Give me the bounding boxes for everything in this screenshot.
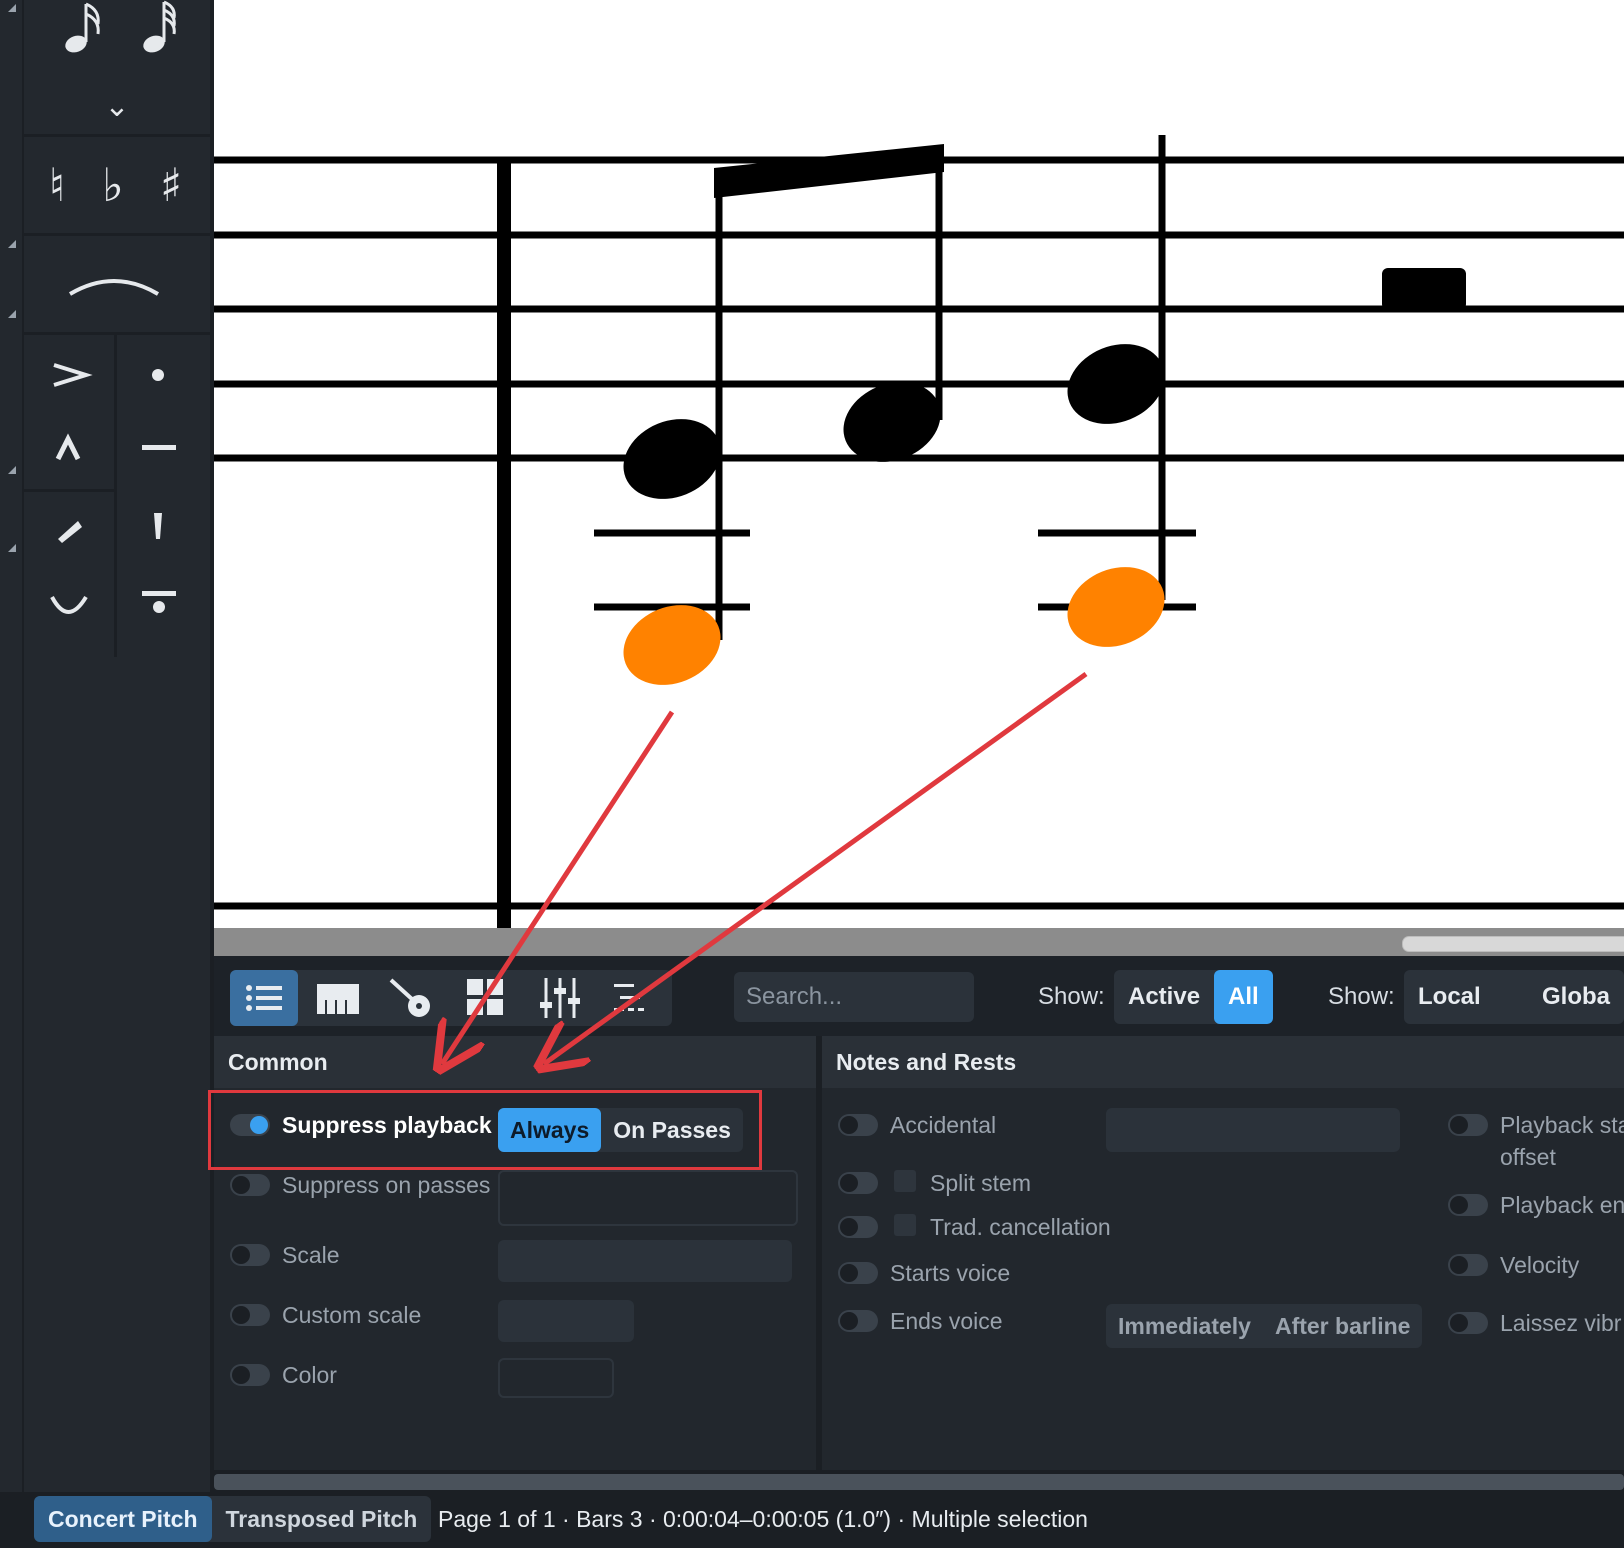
articulation-icons[interactable] — [24, 335, 210, 657]
piano-keys-icon[interactable] — [304, 970, 372, 1026]
split-stem-label: Split stem — [930, 1170, 1031, 1196]
score-canvas[interactable] — [214, 0, 1624, 928]
natural-icon[interactable]: ♮ — [42, 157, 72, 213]
custom-scale-field[interactable] — [498, 1300, 634, 1342]
palette-section-accidentals: ♮ ♭ ♯ — [24, 137, 210, 236]
property-group-tabs — [230, 970, 672, 1026]
score-horizontal-scrollbar[interactable] — [214, 928, 1624, 956]
notes-and-rests-panel: Notes and Rests Accidental Split stem Tr… — [822, 1036, 1624, 1470]
custom-scale-toggle[interactable] — [230, 1304, 270, 1326]
ends-voice-toggle[interactable] — [838, 1310, 878, 1332]
show-local-only-option[interactable]: Local Only — [1404, 970, 1528, 1024]
annotation-highlight-box — [208, 1090, 762, 1170]
collapse-arrow-icon[interactable] — [8, 240, 16, 248]
sliders-icon[interactable] — [526, 970, 594, 1026]
show-label: Show: — [1038, 983, 1105, 1010]
selection-status-text: Page 1 of 1 · Bars 3 · 0:00:04–0:00:05 (… — [438, 1506, 1088, 1532]
properties-search-input[interactable]: Search... — [734, 972, 974, 1022]
collapse-arrow-icon[interactable] — [8, 544, 16, 552]
concert-pitch-option[interactable]: Concert Pitch — [34, 1496, 212, 1542]
playback-start-offset-toggle[interactable] — [1448, 1114, 1488, 1136]
starts-voice-toggle[interactable] — [838, 1262, 878, 1284]
trad-cancellation-checkbox[interactable] — [894, 1214, 916, 1236]
trad-cancellation-toggle[interactable] — [838, 1216, 878, 1238]
scale-label: Scale — [282, 1242, 340, 1268]
panel-title: Notes and Rests — [822, 1036, 1624, 1088]
note-head — [623, 419, 721, 499]
velocity-toggle[interactable] — [1448, 1254, 1488, 1276]
color-toggle[interactable] — [230, 1364, 270, 1386]
split-stem-toggle[interactable] — [838, 1172, 878, 1194]
color-swatch[interactable] — [498, 1358, 614, 1398]
sharp-icon[interactable]: ♯ — [156, 157, 186, 213]
panel-title: Common — [214, 1036, 816, 1088]
status-bar: Concert Pitch Transposed Pitch Page 1 of… — [0, 1492, 1624, 1548]
show-active-all-toggle: Active All — [1114, 970, 1273, 1024]
suppress-on-passes-toggle[interactable] — [230, 1174, 270, 1196]
beam — [714, 144, 944, 198]
pitch-mode-toggle: Concert Pitch Transposed Pitch — [34, 1496, 432, 1542]
scale-field[interactable] — [498, 1240, 792, 1282]
playback-end-offset-toggle[interactable] — [1448, 1194, 1488, 1216]
immediately-option[interactable]: Immediately — [1106, 1304, 1263, 1348]
properties-horizontal-scrollbar[interactable] — [214, 1474, 1624, 1490]
show-active-option[interactable]: Active — [1114, 970, 1214, 1024]
suppress-on-passes-field[interactable] — [498, 1170, 798, 1226]
ends-voice-mode: Immediately After barline — [1106, 1304, 1423, 1348]
trad-cancellation-label: Trad. cancellation — [930, 1214, 1111, 1240]
after-barline-option[interactable]: After barline — [1263, 1304, 1422, 1348]
show-local-global-toggle: Local Only Globa — [1404, 970, 1624, 1024]
laissez-vibrer-label: Laissez vibr — [1500, 1310, 1622, 1336]
playback-start-offset-label-line2: offset — [1500, 1144, 1556, 1170]
notation-palette: ⌄ ♮ ♭ ♯ — [24, 0, 210, 1492]
layout-icon[interactable] — [600, 970, 668, 1026]
collapse-arrow-icon[interactable] — [8, 310, 16, 318]
show-label: Show: — [1328, 983, 1395, 1010]
list-icon[interactable] — [230, 970, 298, 1026]
show-all-option[interactable]: All — [1214, 970, 1273, 1024]
palette-section-articulations — [24, 335, 210, 657]
color-label: Color — [282, 1362, 337, 1388]
show-global-option[interactable]: Globa — [1528, 970, 1624, 1024]
palette-section-ties — [24, 236, 210, 335]
note-head — [1067, 344, 1165, 424]
properties-toolbar: Search... Show: Active All Show: Local O… — [214, 956, 1624, 1036]
guitar-icon[interactable] — [378, 970, 446, 1026]
tie-icon[interactable] — [24, 236, 210, 332]
left-collapsed-strip — [0, 0, 22, 1492]
grid-icon[interactable] — [452, 970, 520, 1026]
palette-section-notes: ⌄ — [24, 0, 210, 137]
note-head-selected — [1067, 567, 1165, 647]
collapse-arrow-icon[interactable] — [8, 466, 16, 474]
accidental-field[interactable] — [1106, 1108, 1400, 1152]
accidental-toggle[interactable] — [838, 1114, 878, 1136]
chevron-down-icon[interactable]: ⌄ — [102, 92, 132, 122]
suppress-on-passes-label: Suppress on passes — [282, 1172, 491, 1198]
split-stem-checkbox[interactable] — [894, 1170, 916, 1192]
playback-end-offset-label: Playback en — [1500, 1192, 1624, 1218]
transposed-pitch-option[interactable]: Transposed Pitch — [212, 1496, 432, 1542]
flat-icon[interactable]: ♭ — [98, 157, 128, 213]
laissez-vibrer-toggle[interactable] — [1448, 1312, 1488, 1334]
ends-voice-label: Ends voice — [890, 1308, 1003, 1334]
scale-toggle[interactable] — [230, 1244, 270, 1266]
velocity-label: Velocity — [1500, 1252, 1580, 1278]
score-view[interactable] — [214, 0, 1624, 928]
scrollbar-thumb[interactable] — [1402, 936, 1624, 952]
collapse-arrow-icon[interactable] — [8, 4, 16, 12]
rest — [1382, 268, 1466, 310]
accidental-label: Accidental — [890, 1112, 997, 1138]
custom-scale-label: Custom scale — [282, 1302, 422, 1328]
playback-start-offset-label: Playback sta — [1500, 1112, 1624, 1138]
starts-voice-label: Starts voice — [890, 1260, 1011, 1286]
